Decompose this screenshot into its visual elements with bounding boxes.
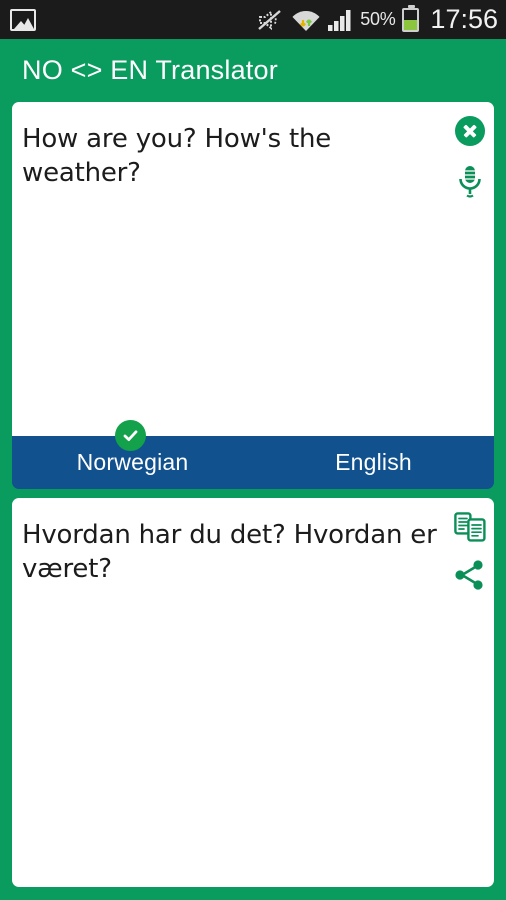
app-bar: NO <> EN Translator xyxy=(0,39,506,102)
copy-documents-icon[interactable] xyxy=(454,512,486,542)
share-nodes-icon[interactable] xyxy=(454,560,486,590)
status-bar-left-icons xyxy=(10,8,36,31)
check-circle-icon xyxy=(115,420,146,451)
wifi-data-transfer-icon xyxy=(292,7,320,33)
cellular-signal-icon xyxy=(327,8,353,32)
gallery-image-icon xyxy=(10,8,36,31)
language-selector-bar: Norwegian English xyxy=(12,420,494,489)
source-text-card[interactable]: How are you? How's the weather? xyxy=(12,102,494,436)
mute-vibrate-icon xyxy=(257,8,285,32)
battery-fill xyxy=(404,19,418,30)
status-bar: 50% 17:56 xyxy=(0,0,506,39)
language-tab-english[interactable]: English xyxy=(253,436,494,489)
page-title: NO <> EN Translator xyxy=(22,55,278,85)
source-text-input[interactable]: How are you? How's the weather? xyxy=(22,122,438,190)
translated-text-output: Hvordan har du det? Hvordan er været? xyxy=(22,520,437,584)
clear-circle-x-icon[interactable] xyxy=(455,116,485,146)
source-card-actions xyxy=(454,116,486,198)
translated-card-actions xyxy=(454,512,486,590)
battery-percent-label: 50% xyxy=(360,9,396,29)
battery-half-icon xyxy=(402,4,420,32)
microphone-icon[interactable] xyxy=(454,164,486,198)
status-bar-right-icons: 50% 17:56 xyxy=(257,4,498,35)
translated-text-card[interactable]: Hvordan har du det? Hvordan er været? xyxy=(12,498,494,887)
status-bar-clock: 17:56 xyxy=(430,4,498,34)
